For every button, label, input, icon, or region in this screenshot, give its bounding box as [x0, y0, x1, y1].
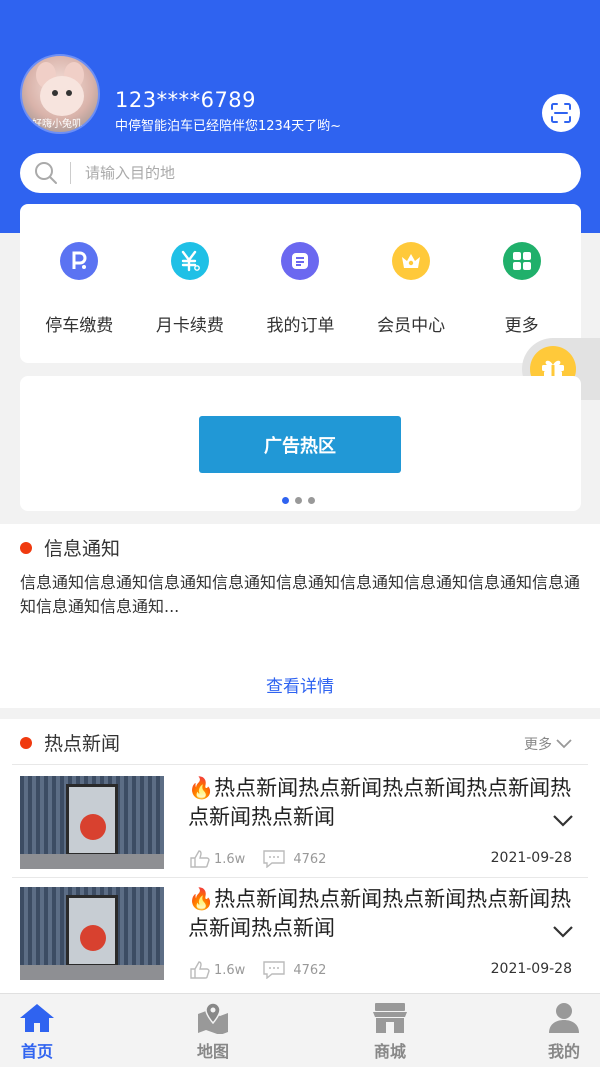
- avatar-caption: 好嗨小兔叽: [32, 119, 82, 130]
- menu-label: 更多: [504, 316, 539, 336]
- news-date: 2021-09-28: [490, 850, 572, 866]
- news-date: 2021-09-28: [490, 961, 572, 977]
- news-item[interactable]: 🔥热点新闻热点新闻热点新闻热点新闻热点新闻热点新闻 1.6w 4762 2021…: [12, 768, 588, 878]
- menu-item-member-center[interactable]: 会员中心: [356, 204, 466, 336]
- menu-label: 月卡续费: [155, 316, 224, 336]
- fire-icon: 🔥: [188, 776, 215, 800]
- fire-icon: 🔥: [188, 887, 215, 911]
- scan-icon: [551, 103, 571, 123]
- order-icon: [281, 242, 320, 280]
- comment-count: 4762: [293, 851, 327, 867]
- menu-item-more[interactable]: 更多: [467, 204, 577, 336]
- chevron-down-icon: [556, 739, 572, 749]
- tab-map[interactable]: 地图: [173, 1002, 253, 1062]
- carousel-dot[interactable]: [282, 497, 289, 504]
- avatar-face: [40, 76, 84, 116]
- map-pin-icon: [198, 1002, 228, 1034]
- news-section: 热点新闻 更多 🔥热点新闻热点新闻热点新闻热点新闻热点新闻热点新闻 1.6w 4…: [0, 719, 600, 993]
- carousel-dot[interactable]: [295, 497, 302, 504]
- thumbs-up-icon[interactable]: [190, 961, 210, 979]
- avatar[interactable]: 好嗨小兔叽: [20, 54, 100, 134]
- notice-title: 信息通知: [44, 538, 121, 560]
- thumb-floor: [20, 854, 164, 869]
- divider: [12, 764, 588, 765]
- menu-item-parking-pay[interactable]: 停车缴费: [24, 204, 134, 336]
- chevron-down-icon[interactable]: [552, 925, 574, 939]
- thumbs-up-icon[interactable]: [190, 850, 210, 868]
- crown-icon: [392, 242, 431, 280]
- yuan-card-icon: [170, 242, 209, 280]
- menu-label: 会员中心: [377, 316, 446, 336]
- tab-profile[interactable]: 我的: [524, 1002, 600, 1062]
- scan-button[interactable]: [542, 94, 580, 132]
- avatar-eye: [66, 90, 72, 96]
- news-header: 热点新闻: [20, 729, 120, 756]
- home-icon: [20, 1004, 54, 1032]
- news-item-meta: 1.6w 4762: [190, 850, 326, 868]
- user-icon: [549, 1003, 579, 1033]
- thumb-floor: [20, 965, 164, 980]
- news-item[interactable]: 🔥热点新闻热点新闻热点新闻热点新闻热点新闻热点新闻 1.6w 4762 2021…: [12, 879, 588, 989]
- news-item-title-text: 热点新闻热点新闻热点新闻热点新闻热点新闻热点新闻: [188, 887, 572, 940]
- grid-icon: [502, 242, 541, 280]
- notice-text: 信息通知信息通知信息通知信息通知信息通知信息通知信息通知信息通知信息通知信息通知…: [20, 573, 581, 616]
- tab-label: 我的: [547, 1042, 580, 1061]
- notice-detail-link[interactable]: 查看详情: [0, 672, 600, 697]
- news-item-meta: 1.6w 4762: [190, 961, 326, 979]
- comment-count: 4762: [293, 962, 327, 978]
- tab-store[interactable]: 商城: [350, 1002, 430, 1062]
- divider: [12, 877, 588, 878]
- search-icon: [35, 162, 57, 184]
- news-thumbnail: [20, 776, 164, 869]
- search-bar[interactable]: [20, 153, 581, 193]
- user-phone: 123****6789: [115, 88, 257, 112]
- comment-icon[interactable]: [263, 961, 286, 979]
- search-divider: [70, 162, 71, 184]
- news-more-label: 更多: [524, 737, 552, 753]
- tab-home[interactable]: 首页: [0, 1002, 77, 1062]
- thumb-mascot: [80, 814, 106, 840]
- like-count: 1.6w: [214, 962, 246, 978]
- menu-item-my-orders[interactable]: 我的订单: [245, 204, 355, 336]
- tab-label: 商城: [373, 1042, 406, 1061]
- avatar-eye: [52, 90, 58, 96]
- news-item-title: 🔥热点新闻热点新闻热点新闻热点新闻热点新闻热点新闻: [188, 774, 578, 832]
- section-dot: [20, 541, 32, 554]
- notice-header: 信息通知: [20, 534, 120, 561]
- parking-icon: [60, 242, 99, 280]
- ad-banner[interactable]: 广告热区: [20, 376, 581, 511]
- news-title: 热点新闻: [44, 733, 121, 755]
- news-item-title: 🔥热点新闻热点新闻热点新闻热点新闻热点新闻热点新闻: [188, 885, 578, 943]
- news-item-title-text: 热点新闻热点新闻热点新闻热点新闻热点新闻热点新闻: [188, 776, 572, 829]
- comment-icon[interactable]: [263, 850, 286, 868]
- search-input[interactable]: [85, 164, 505, 182]
- menu-label: 我的订单: [266, 316, 335, 336]
- notice-section: 信息通知 信息通知信息通知信息通知信息通知信息通知信息通知信息通知信息通知信息通…: [0, 524, 600, 708]
- carousel-dots: [282, 497, 315, 504]
- thumb-mascot: [80, 925, 106, 951]
- store-icon: [373, 1003, 407, 1033]
- news-thumbnail: [20, 887, 164, 980]
- chevron-down-icon[interactable]: [552, 814, 574, 828]
- news-more-button[interactable]: 更多: [524, 734, 572, 754]
- carousel-dot[interactable]: [308, 497, 315, 504]
- user-subtitle: 中停智能泊车已经陪伴您1234天了哟~: [115, 119, 341, 134]
- tab-label: 首页: [20, 1042, 53, 1061]
- bottom-tab-bar: 首页 地图 商城 我的: [0, 993, 600, 1067]
- section-dot: [20, 736, 32, 749]
- tab-label: 地图: [196, 1042, 229, 1061]
- ad-hotspot-button[interactable]: 广告热区: [199, 416, 401, 473]
- menu-item-monthly-card[interactable]: 月卡续费: [135, 204, 245, 336]
- like-count: 1.6w: [214, 851, 246, 867]
- menu-label: 停车缴费: [45, 316, 114, 336]
- quick-menu: 停车缴费 月卡续费 我的订单 会员中心 更多: [20, 204, 581, 363]
